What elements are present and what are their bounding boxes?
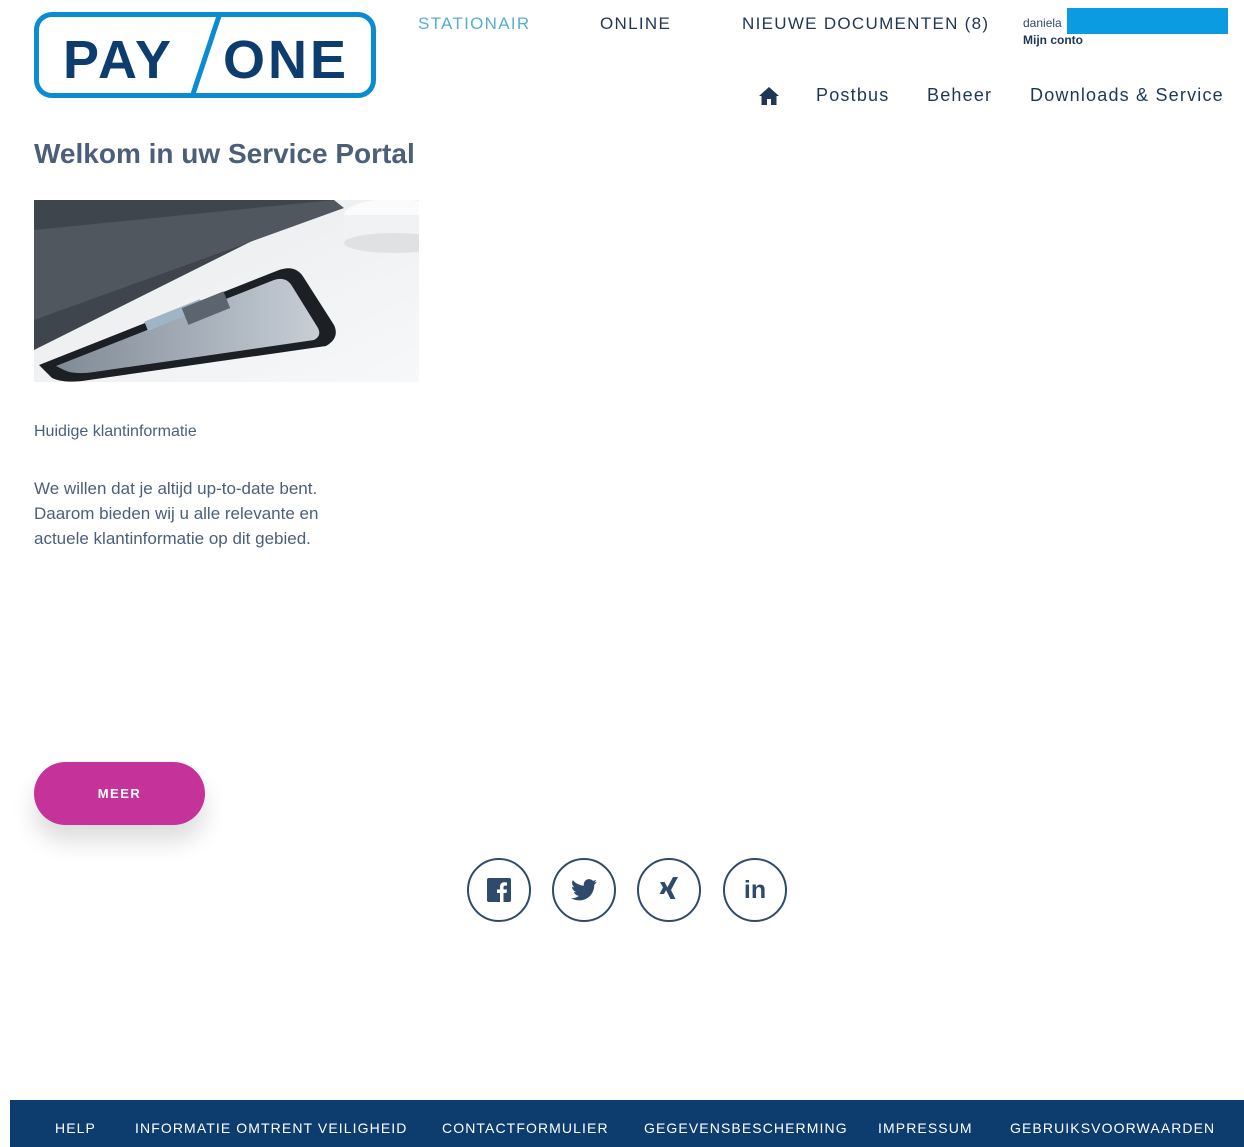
user-panel: daniela Mijn conto xyxy=(1023,8,1233,49)
footer-contact-form[interactable]: CONTACTFORMULIER xyxy=(442,1120,609,1136)
section-label: Huidige klantinformatie xyxy=(34,423,197,440)
linkedin-link[interactable]: in xyxy=(723,858,787,922)
description: We willen dat je altijd up-to-date bent.… xyxy=(34,476,394,551)
twitter-link[interactable] xyxy=(552,858,616,922)
description-line: Daarom bieden wij u alle relevante en xyxy=(34,504,319,523)
twitter-icon xyxy=(571,879,597,901)
footer: HELP INFORMATIE OMTRENT VEILIGHEID CONTA… xyxy=(10,1100,1244,1147)
footer-help[interactable]: HELP xyxy=(55,1120,96,1136)
nav-stationair[interactable]: STATIONAIR xyxy=(418,14,531,34)
description-line: actuele klantinformatie op dit gebied. xyxy=(34,529,311,548)
nav-postbus[interactable]: Postbus xyxy=(816,85,889,106)
description-line: We willen dat je altijd up-to-date bent. xyxy=(34,479,318,498)
nav-new-documents[interactable]: NIEUWE DOCUMENTEN (8) xyxy=(742,14,989,34)
nav-beheer[interactable]: Beheer xyxy=(927,85,992,106)
more-button[interactable]: MEER xyxy=(34,762,205,825)
secondary-navigation: Postbus Beheer Downloads & Service xyxy=(0,85,1244,109)
facebook-icon xyxy=(487,878,511,902)
footer-terms[interactable]: GEBRUIKSVOORWAARDEN xyxy=(1010,1120,1215,1136)
footer-security-info[interactable]: INFORMATIE OMTRENT VEILIGHEID xyxy=(135,1120,408,1136)
xing-link[interactable] xyxy=(637,858,701,922)
nav-online[interactable]: ONLINE xyxy=(600,14,671,34)
linkedin-icon: in xyxy=(743,875,767,904)
logo-text-right: ONE xyxy=(223,30,349,90)
footer-impressum[interactable]: IMPRESSUM xyxy=(878,1120,973,1136)
xing-icon xyxy=(659,877,678,899)
nav-downloads-service[interactable]: Downloads & Service xyxy=(1030,85,1224,106)
facebook-link[interactable] xyxy=(467,858,531,922)
logo-text-left: PAY xyxy=(63,30,174,90)
home-icon[interactable] xyxy=(758,86,780,106)
hero-image-phone xyxy=(34,200,419,382)
my-account-link[interactable]: Mijn conto xyxy=(1023,33,1083,47)
social-links: in xyxy=(467,858,787,923)
redaction-box xyxy=(1067,8,1228,34)
page-title: Welkom in uw Service Portal xyxy=(34,138,415,169)
footer-privacy[interactable]: GEGEVENSBESCHERMING xyxy=(644,1120,848,1136)
